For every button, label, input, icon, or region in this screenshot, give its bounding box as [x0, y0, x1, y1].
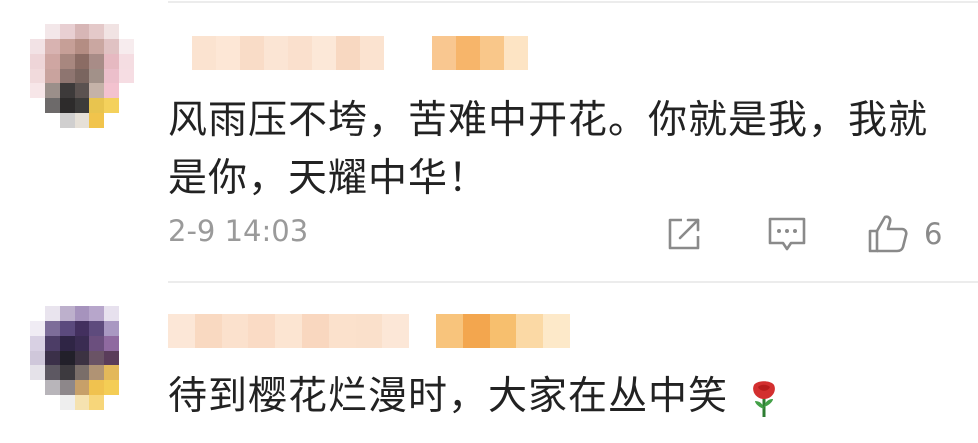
comment-text-body: 待到樱花烂漫时，大家在丛中笑 — [168, 374, 729, 419]
like-count: 6 — [924, 217, 943, 251]
username[interactable] — [168, 36, 528, 70]
comment-list: 风雨压不垮，苦难中开花。你就是我，我就是你，天耀中华！ 2-9 14:03 6 … — [0, 0, 978, 443]
comment-text: 风雨压不垮，苦难中开花。你就是我，我就是你，天耀中华！ — [168, 98, 929, 201]
comment-icon — [768, 217, 806, 251]
rose-icon — [753, 380, 776, 417]
avatar[interactable] — [30, 306, 134, 410]
thumbs-up-icon — [868, 215, 908, 253]
like-button[interactable]: 6 — [866, 210, 942, 258]
avatar[interactable] — [30, 24, 134, 128]
timestamp: 2-9 14:03 — [168, 214, 309, 248]
comment-text: 待到樱花烂漫时，大家在丛中笑 — [168, 368, 958, 426]
divider — [168, 1, 978, 3]
share-button[interactable] — [664, 210, 704, 258]
share-icon — [668, 218, 700, 250]
reply-button[interactable] — [766, 210, 808, 258]
divider — [168, 281, 978, 283]
username[interactable] — [168, 314, 570, 348]
